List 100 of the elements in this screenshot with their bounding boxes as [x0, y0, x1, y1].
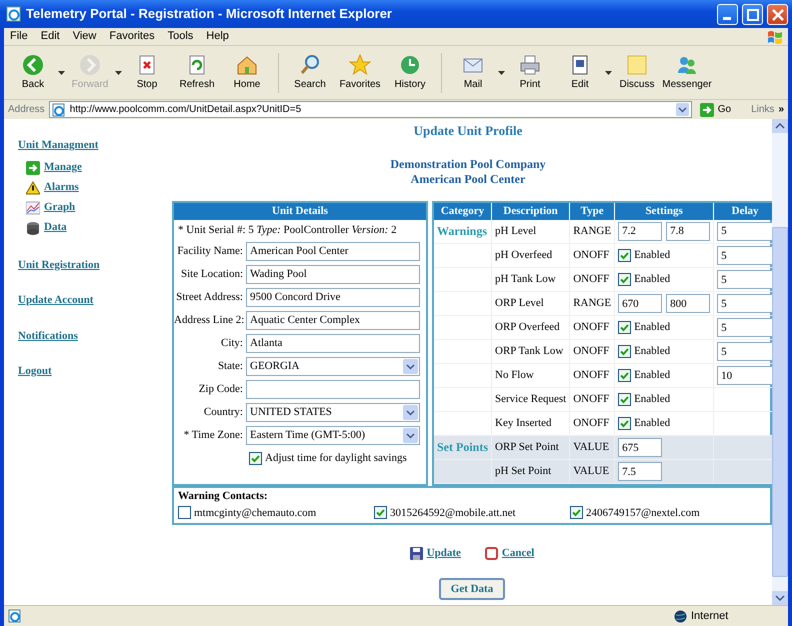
- sidebar-link[interactable]: Data: [44, 219, 67, 236]
- menu-item[interactable]: Favorites: [109, 28, 155, 45]
- checkbox[interactable]: [570, 506, 583, 520]
- sidebar-link[interactable]: Graph: [44, 199, 76, 216]
- text-field[interactable]: 7.2: [618, 222, 662, 241]
- scrollbar[interactable]: [772, 119, 788, 605]
- checkbox[interactable]: [249, 452, 262, 465]
- address-field[interactable]: http://www.poolcomm.com/UnitDetail.aspx?UnitID=5: [48, 101, 692, 118]
- text-field[interactable]: 670: [618, 294, 662, 313]
- category-label: Set Points: [437, 440, 488, 454]
- toolbar-button[interactable]: Edit: [555, 51, 605, 94]
- table-cell: Service Request: [495, 393, 566, 406]
- menu-item[interactable]: Edit: [40, 28, 60, 45]
- sidebar-link[interactable]: Logout: [18, 363, 52, 380]
- disk-stack-icon: [26, 220, 40, 234]
- toolbar-button[interactable]: Messenger: [662, 51, 712, 94]
- toolbar-button[interactable]: Print: [505, 51, 555, 94]
- company-name: American Pool Center: [410, 172, 526, 186]
- toolbar-button[interactable]: Refresh: [172, 51, 222, 94]
- text-field[interactable]: 5: [717, 318, 774, 337]
- text-field[interactable]: 7.8: [666, 222, 710, 241]
- checkbox[interactable]: [178, 506, 191, 520]
- star-icon: [348, 53, 372, 77]
- checkbox[interactable]: [618, 321, 632, 334]
- toolbar-button[interactable]: Home: [222, 51, 272, 94]
- toolbar-button[interactable]: Favorites: [335, 51, 385, 94]
- toolbar-button[interactable]: Stop: [122, 51, 172, 94]
- checkbox[interactable]: [618, 249, 632, 262]
- text-field[interactable]: Atlanta: [246, 334, 420, 352]
- text-field[interactable]: 5: [717, 222, 774, 241]
- menu-item[interactable]: View: [72, 28, 96, 45]
- dropdown-caret-icon[interactable]: [58, 70, 65, 74]
- table-cell: VALUE: [573, 465, 610, 478]
- text-field[interactable]: [246, 380, 420, 398]
- text-field[interactable]: 5: [717, 294, 774, 313]
- minimize-button[interactable]: [717, 4, 738, 24]
- column-header: Settings: [614, 202, 714, 220]
- links-button[interactable]: Links: [751, 102, 774, 117]
- sidebar-link[interactable]: Manage: [44, 159, 82, 176]
- checkbox[interactable]: [618, 273, 632, 286]
- toolbar-button[interactable]: Search: [285, 51, 335, 94]
- menu-item[interactable]: Help: [206, 28, 229, 45]
- field-label: * Time Zone:: [182, 428, 244, 443]
- text-field[interactable]: 5: [717, 270, 774, 289]
- checkbox[interactable]: [618, 417, 632, 430]
- sidebar-link[interactable]: Alarms: [44, 179, 79, 196]
- get-data-button[interactable]: Get Data: [438, 578, 506, 600]
- text-field[interactable]: 5: [717, 342, 774, 361]
- checkbox[interactable]: [618, 393, 632, 406]
- note-icon: [625, 53, 649, 77]
- checkbox-label: 3015264592@mobile.att.net: [390, 506, 516, 520]
- more-links-button[interactable]: »: [778, 102, 784, 117]
- text-field[interactable]: 10: [717, 366, 774, 385]
- field-label: State:: [216, 358, 244, 374]
- toolbar-button[interactable]: Mail: [448, 51, 498, 94]
- dropdown[interactable]: GEORGIA: [246, 356, 420, 376]
- checkbox-label: Enabled: [634, 344, 670, 360]
- field-label: Country:: [202, 404, 244, 420]
- field-label: Zip Code:: [198, 382, 244, 397]
- address-label: Address: [8, 103, 45, 117]
- sidebar-heading-link[interactable]: Unit Managment: [18, 137, 164, 154]
- dropdown-caret-icon[interactable]: [498, 70, 505, 74]
- text-field[interactable]: 7.5: [618, 462, 662, 481]
- sidebar-link[interactable]: Unit Registration: [18, 256, 100, 273]
- link[interactable]: Update: [426, 545, 461, 562]
- text-field[interactable]: American Pool Center: [246, 242, 420, 260]
- table-cell: pH Set Point: [495, 465, 552, 478]
- dropdown[interactable]: UNITED STATES: [246, 402, 420, 422]
- toolbar-button[interactable]: Discuss: [612, 51, 662, 94]
- page-icon: [8, 609, 22, 623]
- sidebar-link[interactable]: Notifications: [18, 328, 78, 344]
- field-label: Facility Name:: [176, 244, 244, 259]
- sidebar-link[interactable]: Update Account: [18, 292, 94, 308]
- field-label: Street Address:: [175, 290, 244, 305]
- table-cell: ORP Overfeed: [495, 321, 560, 334]
- dropdown-caret-icon[interactable]: [605, 70, 612, 74]
- text-field[interactable]: 5: [717, 246, 774, 265]
- scroll-up-icon: [772, 119, 788, 133]
- text-field[interactable]: Aquatic Center Complex: [246, 310, 420, 330]
- checkbox-label: Enabled: [634, 320, 670, 336]
- checkbox[interactable]: [374, 506, 387, 520]
- column-header: Category: [434, 202, 492, 220]
- toolbar-button[interactable]: Back: [8, 51, 58, 94]
- text-field[interactable]: 9500 Concord Drive: [246, 288, 420, 306]
- text-field[interactable]: 675: [618, 438, 662, 457]
- table-cell: ORP Set Point: [495, 441, 559, 454]
- go-button[interactable]: Go: [700, 102, 732, 117]
- field-label: City:: [220, 336, 244, 351]
- menu-item[interactable]: File: [10, 28, 28, 45]
- dropdown[interactable]: Eastern Time (GMT-5:00): [246, 426, 420, 444]
- menu-item[interactable]: Tools: [168, 28, 194, 45]
- checkbox[interactable]: [618, 345, 632, 358]
- text-field[interactable]: Wading Pool: [246, 264, 420, 284]
- maximize-button[interactable]: [742, 4, 763, 24]
- link[interactable]: Cancel: [502, 545, 534, 562]
- close-button[interactable]: [767, 4, 788, 24]
- text-field[interactable]: 800: [666, 294, 710, 313]
- status-zone: Internet: [691, 608, 728, 624]
- checkbox[interactable]: [618, 369, 632, 382]
- toolbar-button[interactable]: History: [385, 51, 435, 94]
